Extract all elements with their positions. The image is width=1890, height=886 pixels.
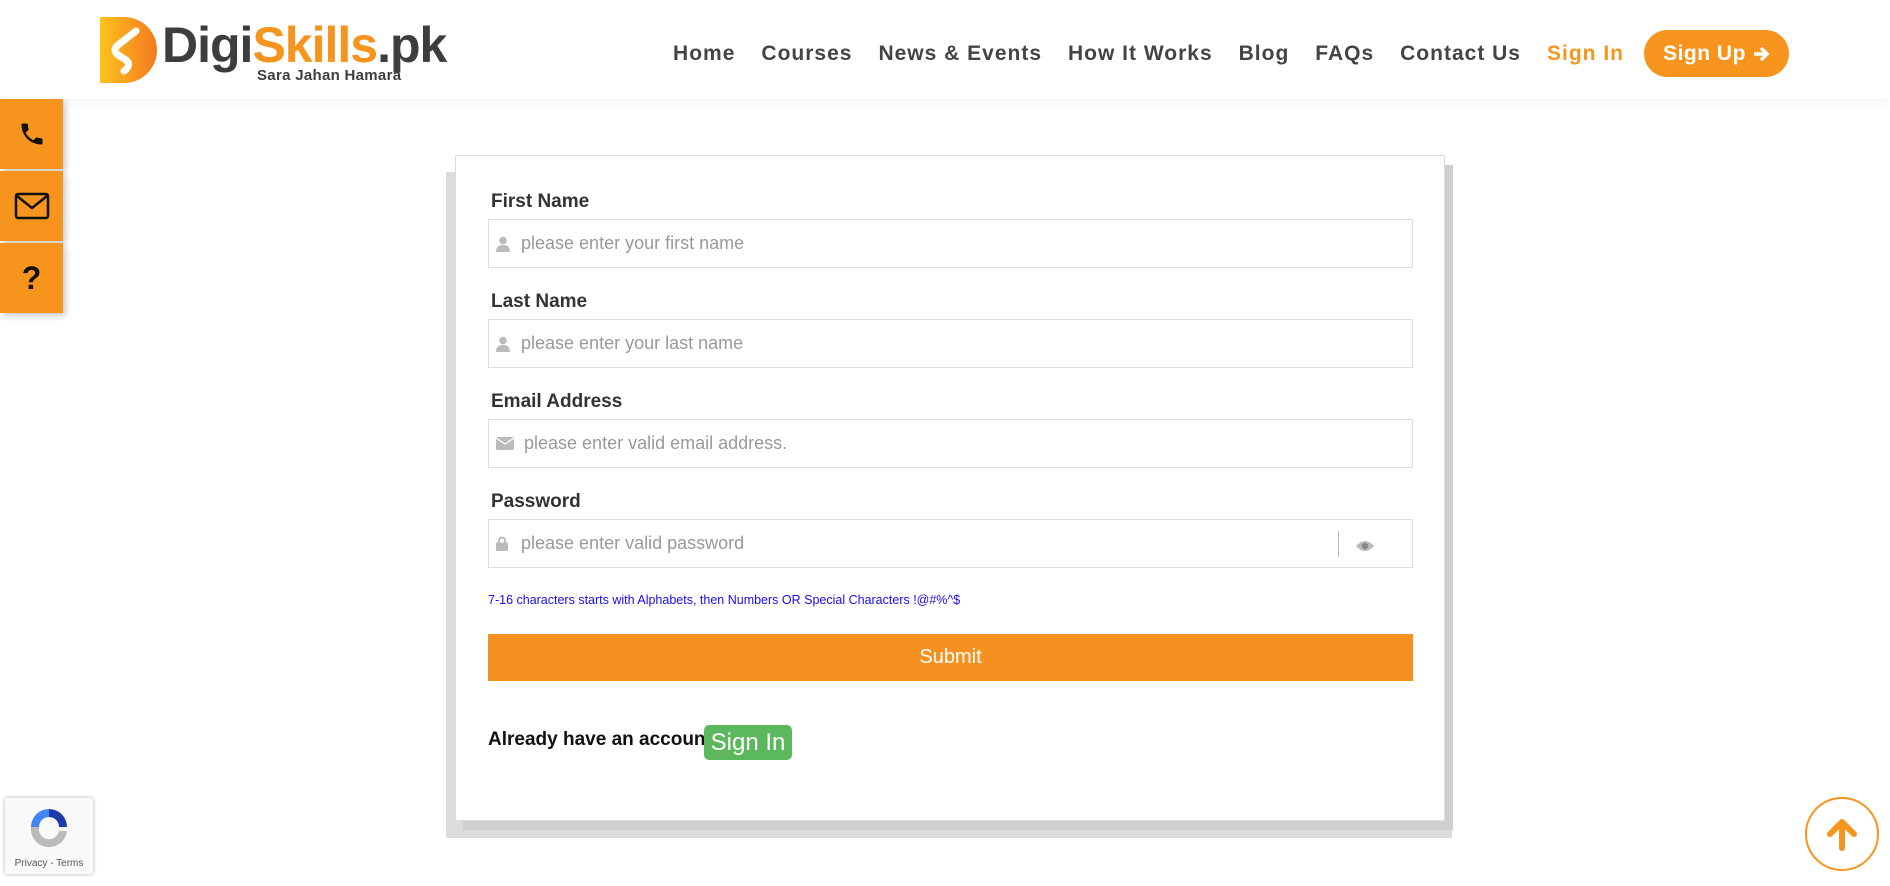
email-input[interactable]: please enter valid email address. <box>488 419 1413 468</box>
recaptcha-links[interactable]: Privacy - Terms <box>5 858 93 869</box>
nav-how-it-works[interactable]: How It Works <box>1068 42 1213 66</box>
phone-icon <box>21 123 42 145</box>
email-label: Email Address <box>491 391 623 412</box>
nav-courses[interactable]: Courses <box>761 42 852 66</box>
arrow-right-icon <box>1753 46 1770 61</box>
password-hint: 7-16 characters starts with Alphabets, t… <box>488 593 961 607</box>
submit-button[interactable]: Submit <box>488 634 1413 681</box>
eye-icon[interactable] <box>1355 537 1375 558</box>
arrow-up-icon <box>1827 819 1857 851</box>
recaptcha-badge[interactable]: Privacy - Terms <box>5 798 93 874</box>
digiskills-logo[interactable]: DigiSkills.pk Sara Jahan Hamara <box>100 17 447 84</box>
already-have-account-text: Already have an account? <box>488 729 724 750</box>
user-icon <box>496 336 516 352</box>
question-icon: ? <box>21 259 42 296</box>
nav-contact-us[interactable]: Contact Us <box>1400 42 1521 66</box>
email-placeholder: please enter valid email address. <box>524 433 788 453</box>
logo-word-orange: Skills <box>252 17 378 73</box>
nav-sign-in[interactable]: Sign In <box>1547 42 1624 66</box>
logo-tagline: Sara Jahan Hamara <box>257 67 402 84</box>
nav-faqs[interactable]: FAQs <box>1315 42 1374 66</box>
recaptcha-icon <box>30 809 67 848</box>
scroll-to-top-button[interactable] <box>1805 797 1879 871</box>
logo-word-dark: Digi <box>162 17 253 73</box>
sign-up-label: Sign Up <box>1663 41 1746 65</box>
password-input[interactable]: please enter valid password <box>488 519 1413 568</box>
password-label: Password <box>491 491 581 512</box>
nav-blog[interactable]: Blog <box>1239 42 1290 66</box>
nav-news-events[interactable]: News & Events <box>878 42 1042 66</box>
user-icon <box>496 236 516 252</box>
envelope-icon <box>496 437 519 450</box>
last-name-input[interactable]: please enter your last name <box>488 319 1413 368</box>
password-placeholder: please enter valid password <box>521 533 745 553</box>
site-header: DigiSkills.pk Sara Jahan Hamara Home Cou… <box>0 0 1890 99</box>
first-name-placeholder: please enter your first name <box>521 233 745 253</box>
help-button[interactable]: ? <box>0 243 63 313</box>
last-name-label: Last Name <box>491 291 588 312</box>
first-name-label: First Name <box>491 191 590 212</box>
main-nav: Home Courses News & Events How It Works … <box>673 30 1789 77</box>
input-divider <box>1338 531 1339 557</box>
phone-button[interactable] <box>0 99 63 169</box>
nav-home[interactable]: Home <box>673 42 735 66</box>
logo-mark-icon <box>100 17 157 83</box>
email-button[interactable] <box>0 171 63 241</box>
signup-form-card: First Name please enter your first name … <box>455 155 1445 821</box>
logo-suffix: .pk <box>377 17 447 73</box>
last-name-placeholder: please enter your last name <box>521 333 744 353</box>
sign-in-button[interactable]: Sign In <box>704 725 792 760</box>
first-name-input[interactable]: please enter your first name <box>488 219 1413 268</box>
lock-icon <box>496 536 516 551</box>
sign-up-button[interactable]: Sign Up <box>1644 30 1789 77</box>
envelope-icon <box>14 192 49 220</box>
